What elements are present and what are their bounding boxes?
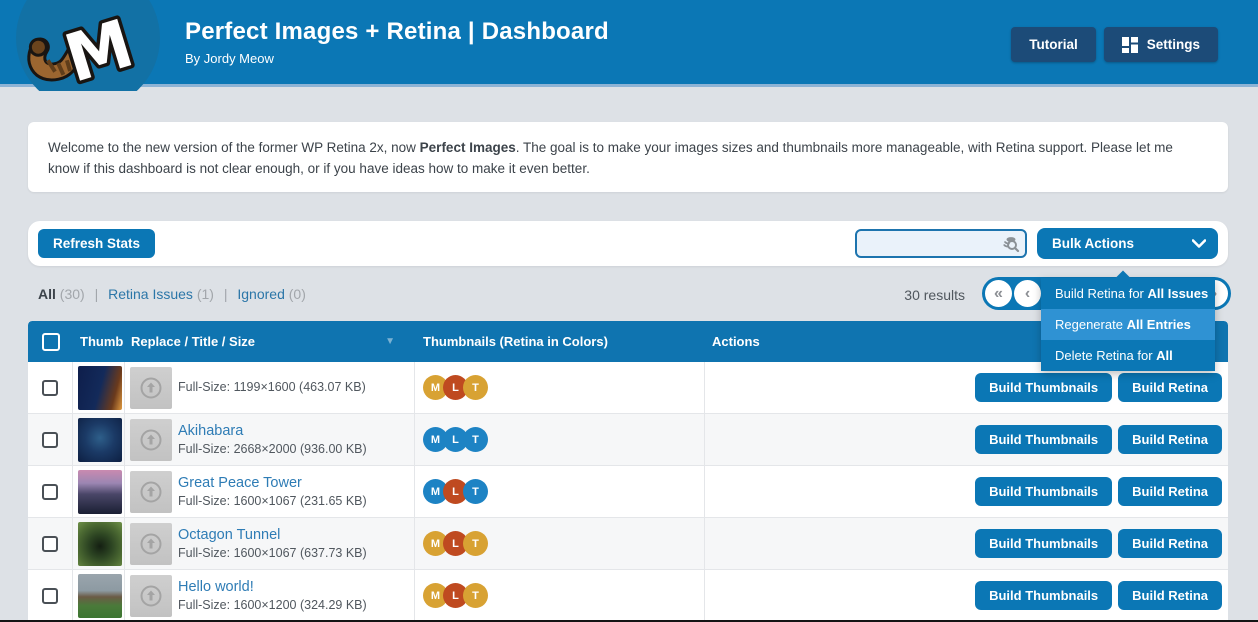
- size-badges: MLT: [423, 583, 488, 608]
- row-checkbox[interactable]: [42, 587, 58, 604]
- upload-arrow-icon: [139, 376, 163, 400]
- title-block: Perfect Images + Retina | Dashboard By J…: [185, 18, 609, 66]
- build-thumbnails-button[interactable]: Build Thumbnails: [975, 477, 1113, 506]
- dashboard-page: M Perfect Images + Retina | Dashboard By…: [0, 0, 1258, 622]
- build-retina-button[interactable]: Build Retina: [1118, 477, 1222, 506]
- build-retina-button[interactable]: Build Retina: [1118, 581, 1222, 610]
- settings-button[interactable]: Settings: [1103, 27, 1218, 62]
- upload-arrow-icon: [139, 480, 163, 504]
- media-title-link[interactable]: Akihabara: [178, 422, 367, 441]
- page-subtitle: By Jordy Meow: [185, 51, 274, 66]
- size-badge-t: T: [463, 479, 488, 504]
- size-badges: MLT: [423, 427, 488, 452]
- table-row: Great Peace Tower Full-Size: 1600×1067 (…: [28, 466, 1228, 518]
- pagination-first-button[interactable]: «: [985, 280, 1012, 307]
- welcome-text-bold: Perfect Images: [419, 140, 516, 155]
- media-thumbnail[interactable]: [78, 365, 122, 410]
- filter-all-count: (30): [59, 286, 85, 302]
- filter-separator: |: [94, 286, 99, 302]
- tutorial-button[interactable]: Tutorial: [1011, 27, 1096, 62]
- column-header-replace-label: Replace / Title / Size: [131, 334, 256, 349]
- media-thumbnail[interactable]: [78, 573, 122, 618]
- bulk-actions-dropdown[interactable]: Bulk Actions: [1037, 228, 1218, 259]
- app-header: M Perfect Images + Retina | Dashboard By…: [0, 0, 1258, 110]
- filter-retina-count: (1): [196, 286, 214, 302]
- upload-arrow-icon: [139, 584, 163, 608]
- build-thumbnails-button[interactable]: Build Thumbnails: [975, 425, 1113, 454]
- chevron-down-icon: [1192, 239, 1206, 248]
- refresh-stats-button[interactable]: Refresh Stats: [38, 229, 156, 258]
- filter-retina-issues[interactable]: Retina Issues: [108, 286, 193, 302]
- pagination-prev-button[interactable]: ‹: [1014, 280, 1041, 307]
- size-badge-t: T: [463, 531, 488, 556]
- results-count: 30 results: [904, 287, 965, 303]
- bulk-menu-item[interactable]: Delete Retina for All: [1041, 340, 1215, 371]
- media-fullsize-text: Full-Size: 1600×1067 (637.73 KB): [178, 545, 367, 560]
- media-fullsize-text: Full-Size: 1600×1200 (324.29 KB): [178, 597, 367, 612]
- media-thumbnail[interactable]: [78, 469, 122, 514]
- toolbar-panel: Refresh Stats Bulk Actions: [28, 221, 1228, 266]
- replace-upload-dropzone[interactable]: [130, 366, 172, 409]
- replace-upload-dropzone[interactable]: [130, 418, 172, 461]
- settings-button-label: Settings: [1146, 37, 1200, 52]
- sort-chevron-icon: ▼: [385, 336, 395, 347]
- build-thumbnails-button[interactable]: Build Thumbnails: [975, 373, 1113, 402]
- bulk-actions-label: Bulk Actions: [1052, 236, 1135, 251]
- size-badge-t: T: [463, 583, 488, 608]
- filter-all[interactable]: All: [38, 286, 56, 302]
- build-thumbnails-button[interactable]: Build Thumbnails: [975, 529, 1113, 558]
- column-header-replace-title-size[interactable]: Replace / Title / Size ▼: [125, 334, 415, 349]
- media-fullsize-text: Full-Size: 1199×1600 (463.07 KB): [178, 380, 366, 394]
- row-checkbox[interactable]: [42, 483, 58, 500]
- column-header-thumb[interactable]: Thumb: [73, 334, 125, 349]
- meow-apps-logo-icon: M: [2, 0, 174, 110]
- replace-upload-dropzone[interactable]: [130, 522, 172, 565]
- build-retina-button[interactable]: Build Retina: [1118, 425, 1222, 454]
- filter-ignored[interactable]: Ignored: [237, 286, 284, 302]
- table-row: Hello world! Full-Size: 1600×1200 (324.2…: [28, 570, 1228, 622]
- row-checkbox[interactable]: [42, 535, 58, 552]
- bulk-menu-item[interactable]: Build Retina for All Issues: [1041, 278, 1215, 309]
- build-thumbnails-button[interactable]: Build Thumbnails: [975, 581, 1113, 610]
- media-thumbnail[interactable]: [78, 417, 122, 462]
- build-retina-button[interactable]: Build Retina: [1118, 373, 1222, 402]
- media-title-link[interactable]: Great Peace Tower: [178, 474, 367, 493]
- row-checkbox[interactable]: [42, 379, 58, 396]
- filter-separator: |: [223, 286, 228, 302]
- bulk-actions-menu: Build Retina for All Issues Regenerate A…: [1041, 270, 1215, 371]
- size-badges: MLT: [423, 375, 488, 400]
- replace-upload-dropzone[interactable]: [130, 470, 172, 513]
- search-box: [855, 229, 1027, 258]
- tutorial-button-label: Tutorial: [1029, 37, 1078, 52]
- search-icon[interactable]: [1001, 234, 1020, 258]
- select-all-checkbox[interactable]: [41, 332, 60, 351]
- bulk-menu-item[interactable]: Regenerate All Entries: [1041, 309, 1215, 340]
- media-title-link[interactable]: Octagon Tunnel: [178, 526, 367, 545]
- media-title-link[interactable]: Hello world!: [178, 578, 367, 597]
- welcome-text: Welcome to the new version of the former…: [48, 140, 420, 155]
- size-badge-t: T: [463, 375, 488, 400]
- filter-ignored-count: (0): [288, 286, 306, 302]
- column-header-thumbnails[interactable]: Thumbnails (Retina in Colors): [415, 334, 705, 349]
- upload-arrow-icon: [139, 532, 163, 556]
- page-title: Perfect Images + Retina | Dashboard: [185, 18, 609, 45]
- size-badge-t: T: [463, 427, 488, 452]
- row-checkbox[interactable]: [42, 431, 58, 448]
- table-row: Octagon Tunnel Full-Size: 1600×1067 (637…: [28, 518, 1228, 570]
- media-thumbnail[interactable]: [78, 521, 122, 566]
- build-retina-button[interactable]: Build Retina: [1118, 529, 1222, 558]
- replace-upload-dropzone[interactable]: [130, 574, 172, 617]
- header-buttons: Tutorial Settings: [1011, 27, 1218, 62]
- table-row: Akihabara Full-Size: 2668×2000 (936.00 K…: [28, 414, 1228, 466]
- size-badges: MLT: [423, 531, 488, 556]
- upload-arrow-icon: [139, 428, 163, 452]
- media-fullsize-text: Full-Size: 1600×1067 (231.65 KB): [178, 493, 367, 508]
- welcome-panel: Welcome to the new version of the former…: [28, 122, 1228, 192]
- size-badges: MLT: [423, 479, 488, 504]
- dashboard-grid-icon: [1121, 36, 1138, 53]
- filter-tabs: All (30) | Retina Issues (1) | Ignored (…: [38, 286, 306, 302]
- media-fullsize-text: Full-Size: 2668×2000 (936.00 KB): [178, 441, 367, 456]
